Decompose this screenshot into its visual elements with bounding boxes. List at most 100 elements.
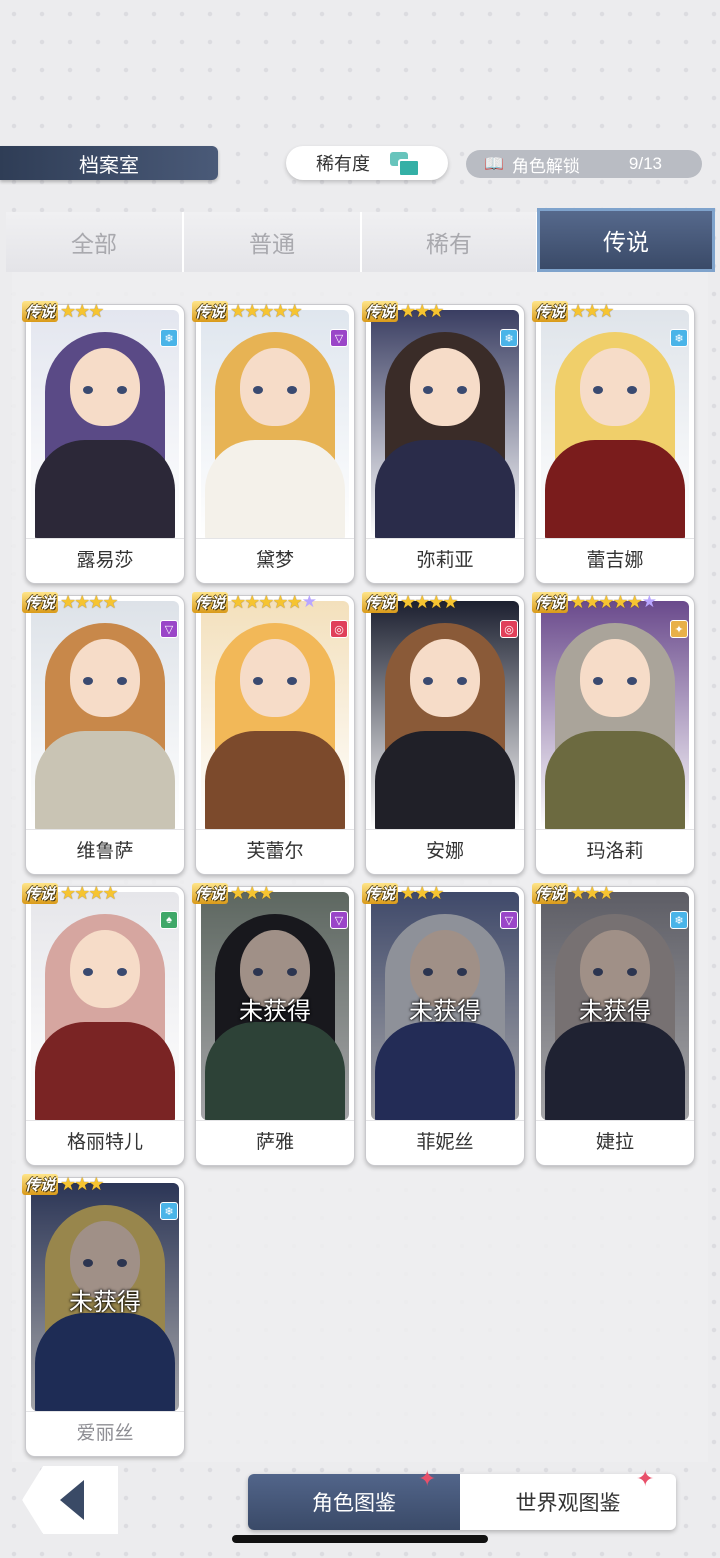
rarity-label: 传说 bbox=[22, 591, 59, 613]
character-card[interactable]: 传说 ★★★ ❄ 露易莎 bbox=[22, 300, 185, 584]
tab-rare[interactable]: 稀有 bbox=[362, 212, 538, 272]
character-card[interactable]: 传说 ★★★★★ ★ ✦ 玛洛莉 bbox=[532, 591, 695, 875]
arcane-element-icon: ▽ bbox=[330, 329, 348, 347]
ice-element-icon: ❄ bbox=[500, 329, 518, 347]
ice-element-icon: ❄ bbox=[670, 911, 688, 929]
character-portrait bbox=[201, 310, 349, 538]
character-portrait bbox=[31, 310, 179, 538]
nature-element-icon: ♠ bbox=[160, 911, 178, 929]
awaken-star-icon: ★ bbox=[301, 592, 317, 611]
rarity-label: 传说 bbox=[532, 882, 569, 904]
character-card[interactable]: 未获得 传说 ★★★ ❄ 爱丽丝 bbox=[22, 1173, 185, 1457]
fire-element-icon: ◎ bbox=[500, 620, 518, 638]
rarity-badge: 传说 ★★★★★ ★ bbox=[532, 590, 657, 614]
rarity-badge: 传说 ★★★ bbox=[22, 1172, 104, 1196]
rarity-badge: 传说 ★★★ bbox=[192, 881, 274, 905]
home-indicator bbox=[232, 1535, 488, 1543]
star-rating: ★★★★ bbox=[60, 591, 119, 612]
star-rating: ★★★★★ bbox=[230, 300, 303, 321]
rarity-badge: 传说 ★★★ bbox=[362, 881, 444, 905]
back-arrow-icon bbox=[60, 1480, 84, 1520]
rarity-badge: 传说 ★★★★ bbox=[362, 590, 459, 614]
back-button[interactable] bbox=[22, 1466, 118, 1534]
rarity-label: 传说 bbox=[362, 300, 399, 322]
character-name: 格丽特儿 bbox=[26, 1120, 184, 1159]
arcane-element-icon: ▽ bbox=[330, 911, 348, 929]
character-name: 黛梦 bbox=[196, 538, 354, 577]
character-name: 爱丽丝 bbox=[26, 1411, 184, 1450]
not-obtained-label: 未获得 bbox=[409, 998, 481, 1025]
rarity-badge: 传说 ★★★ bbox=[22, 299, 104, 323]
character-card[interactable]: 未获得 传说 ★★★ ▽ 菲妮丝 bbox=[362, 882, 525, 1166]
rarity-label: 稀有度 bbox=[316, 154, 370, 174]
character-card[interactable]: 传说 ★★★ ❄ 弥莉亚 bbox=[362, 300, 525, 584]
ice-element-icon: ❄ bbox=[160, 1202, 178, 1220]
not-obtained-label: 未获得 bbox=[579, 998, 651, 1025]
rarity-label: 传说 bbox=[22, 1173, 59, 1195]
star-rating: ★★★ bbox=[60, 1173, 104, 1194]
archive-title: 档案室 bbox=[0, 146, 218, 180]
rarity-badge: 传说 ★★★ bbox=[362, 299, 444, 323]
character-card[interactable]: 未获得 传说 ★★★ ▽ 萨雅 bbox=[192, 882, 355, 1166]
star-rating: ★★★★ bbox=[400, 591, 459, 612]
not-obtained-label: 未获得 bbox=[239, 998, 311, 1025]
character-card[interactable]: 传说 ★★★★★ ★ ◎ 芙蕾尔 bbox=[192, 591, 355, 875]
rarity-badge: 传说 ★★★ bbox=[532, 299, 614, 323]
rarity-label: 传说 bbox=[532, 300, 569, 322]
character-name: 安娜 bbox=[366, 829, 524, 868]
character-card[interactable]: 未获得 传说 ★★★ ❄ 婕拉 bbox=[532, 882, 695, 1166]
fire-element-icon: ◎ bbox=[330, 620, 348, 638]
unlock-progress: 📖 角色解锁 9/13 bbox=[466, 150, 702, 178]
character-portrait bbox=[201, 601, 349, 829]
rarity-badge: 传说 ★★★★★ bbox=[192, 299, 303, 323]
character-name: 萨雅 bbox=[196, 1120, 354, 1159]
layers-icon bbox=[390, 152, 420, 177]
sparkle-icon: ✦ bbox=[636, 1466, 655, 1491]
character-card[interactable]: 传说 ★★★★ ◎ 安娜 bbox=[362, 591, 525, 875]
arcane-element-icon: ▽ bbox=[160, 620, 178, 638]
unlock-count: 9/13 bbox=[628, 154, 662, 173]
character-name: 玛洛莉 bbox=[536, 829, 694, 868]
star-rating: ★★★ bbox=[570, 300, 614, 321]
character-name: 婕拉 bbox=[536, 1120, 694, 1159]
rarity-badge: 传说 ★★★★ bbox=[22, 590, 119, 614]
rarity-tabs: 全部 普通 稀有 传说 bbox=[0, 208, 720, 272]
awaken-star-icon: ★ bbox=[641, 592, 657, 611]
rarity-label: 传说 bbox=[192, 591, 229, 613]
rarity-sort-button[interactable]: 稀有度 bbox=[286, 146, 448, 180]
rarity-badge: 传说 ★★★★ bbox=[22, 881, 119, 905]
character-name: 蕾吉娜 bbox=[536, 538, 694, 577]
character-name: 维鲁萨 bbox=[26, 829, 184, 868]
tab-all[interactable]: 全部 bbox=[6, 212, 184, 272]
rarity-label: 传说 bbox=[22, 882, 59, 904]
character-portrait bbox=[541, 601, 689, 829]
character-name: 菲妮丝 bbox=[366, 1120, 524, 1159]
character-card[interactable]: 传说 ★★★★ ♠ 格丽特儿 bbox=[22, 882, 185, 1166]
star-rating: ★★★ bbox=[230, 882, 274, 903]
rarity-badge: 传说 ★★★★★ ★ bbox=[192, 590, 317, 614]
rarity-label: 传说 bbox=[532, 591, 569, 613]
character-portrait bbox=[371, 601, 519, 829]
light-element-icon: ✦ bbox=[670, 620, 688, 638]
tab-legend[interactable]: 传说 bbox=[537, 208, 715, 272]
star-rating: ★★★★ bbox=[60, 882, 119, 903]
character-portrait bbox=[371, 310, 519, 538]
character-portrait bbox=[31, 892, 179, 1120]
character-portrait bbox=[31, 601, 179, 829]
unlock-label: 角色解锁 bbox=[511, 156, 580, 176]
character-name: 芙蕾尔 bbox=[196, 829, 354, 868]
ice-element-icon: ❄ bbox=[670, 329, 688, 347]
star-rating: ★★★★★ bbox=[230, 591, 303, 612]
rarity-label: 传说 bbox=[362, 591, 399, 613]
star-rating: ★★★ bbox=[400, 882, 444, 903]
bottom-nav: 角色图鉴 世界观图鉴 bbox=[248, 1474, 676, 1530]
character-card[interactable]: 传说 ★★★★★ ▽ 黛梦 bbox=[192, 300, 355, 584]
star-rating: ★★★ bbox=[570, 882, 614, 903]
arcane-element-icon: ▽ bbox=[500, 911, 518, 929]
character-card[interactable]: 传说 ★★★★ ▽ 维鲁萨 bbox=[22, 591, 185, 875]
star-rating: ★★★ bbox=[60, 300, 104, 321]
rarity-label: 传说 bbox=[192, 300, 229, 322]
tab-common[interactable]: 普通 bbox=[184, 212, 362, 272]
rarity-label: 传说 bbox=[22, 300, 59, 322]
character-card[interactable]: 传说 ★★★ ❄ 蕾吉娜 bbox=[532, 300, 695, 584]
